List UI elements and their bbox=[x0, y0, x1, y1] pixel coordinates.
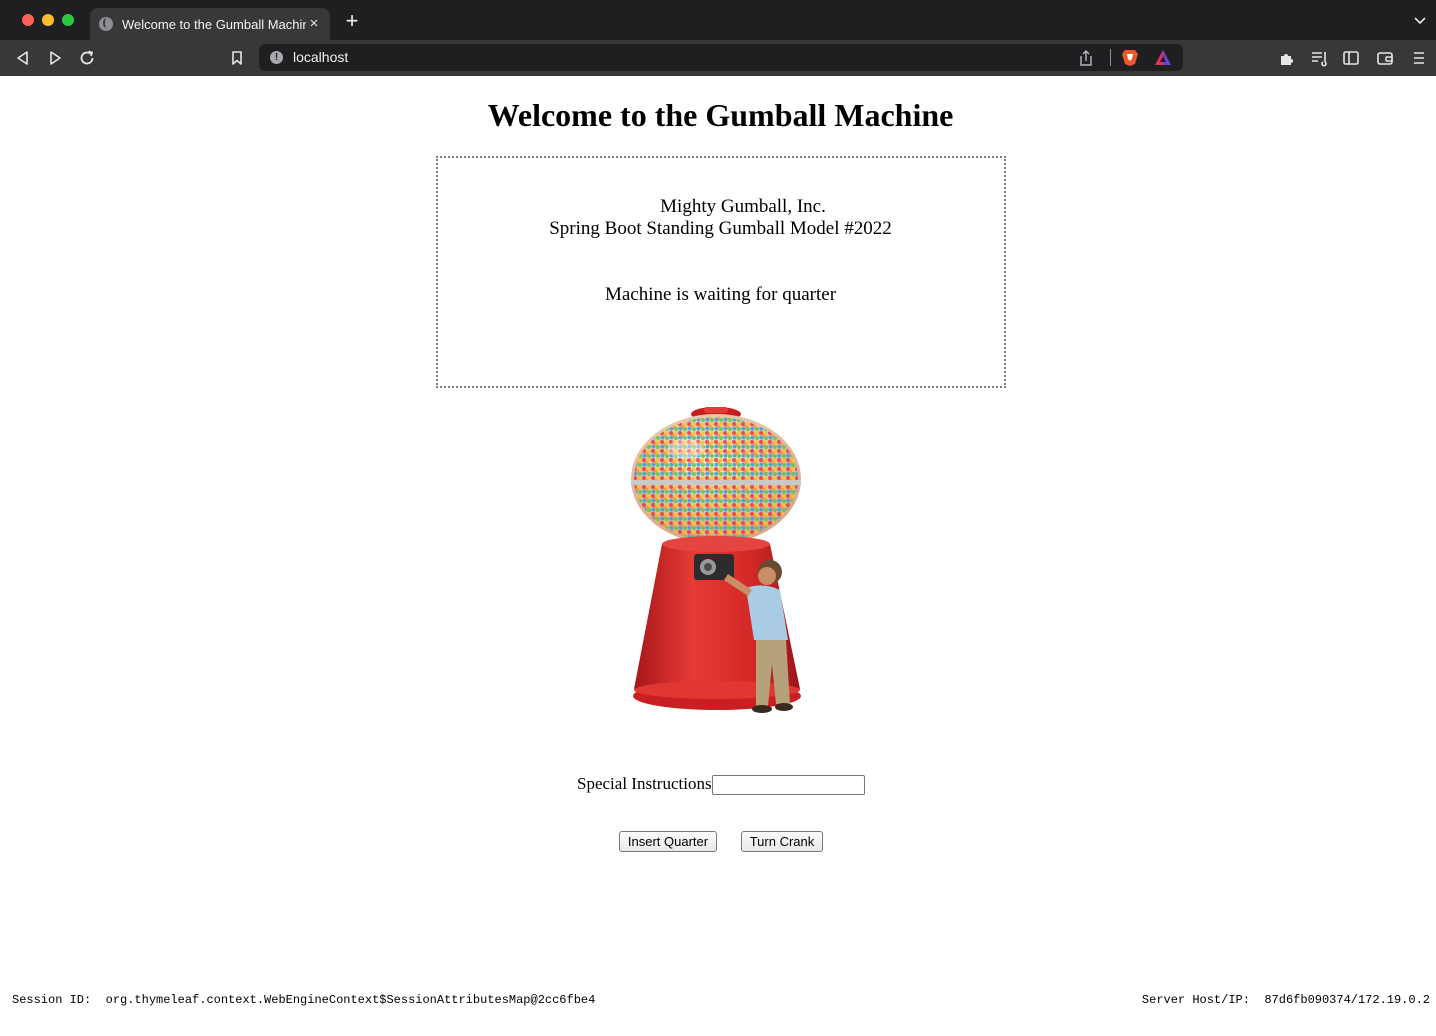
extensions-icon[interactable] bbox=[1277, 48, 1297, 68]
page-title: Welcome to the Gumball Machine bbox=[487, 97, 954, 133]
session-id-footer: Session ID: org.thymeleaf.context.WebEng… bbox=[12, 993, 595, 1007]
close-window-button[interactable] bbox=[22, 14, 34, 26]
tab-active[interactable]: Welcome to the Gumball Machine × bbox=[90, 8, 330, 40]
session-id-label: Session ID: bbox=[12, 993, 92, 1007]
gumball-machine-image bbox=[631, 407, 801, 713]
turn-crank-button[interactable]: Turn Crank bbox=[741, 831, 823, 852]
forward-icon[interactable] bbox=[45, 48, 65, 68]
share-icon[interactable] bbox=[1077, 49, 1095, 67]
menu-icon[interactable] bbox=[1409, 48, 1429, 68]
reload-icon[interactable] bbox=[77, 48, 97, 68]
reading-list-icon[interactable] bbox=[1309, 48, 1329, 68]
chevron-down-icon[interactable] bbox=[1412, 12, 1428, 28]
address-bar[interactable]: ! localhost bbox=[259, 44, 1183, 71]
globe-icon bbox=[99, 17, 113, 31]
machine-status-box bbox=[436, 156, 1006, 388]
url-text[interactable]: localhost bbox=[293, 49, 348, 65]
browser-title-bar: Welcome to the Gumball Machine × + bbox=[0, 0, 1436, 40]
site-info-icon[interactable]: ! bbox=[270, 51, 283, 64]
wallet-icon[interactable] bbox=[1375, 48, 1395, 68]
minimize-window-button[interactable] bbox=[42, 14, 54, 26]
insert-quarter-button[interactable]: Insert Quarter bbox=[619, 831, 717, 852]
back-icon[interactable] bbox=[13, 48, 33, 68]
session-id-value: org.thymeleaf.context.WebEngineContext$S… bbox=[105, 993, 596, 1007]
tab-title: Welcome to the Gumball Machine bbox=[122, 16, 306, 32]
sidebar-icon[interactable] bbox=[1341, 48, 1361, 68]
brave-shields-icon[interactable] bbox=[1121, 48, 1139, 67]
url-divider bbox=[1110, 49, 1111, 66]
tab-close-icon[interactable]: × bbox=[304, 14, 324, 34]
server-host-footer: Server Host/IP: 87d6fb090374/172.19.0.2 bbox=[1142, 993, 1430, 1007]
company-name: Mighty Gumball, Inc. bbox=[660, 196, 826, 217]
bookmark-icon[interactable] bbox=[227, 48, 247, 68]
special-instructions-input[interactable] bbox=[712, 775, 865, 795]
machine-state-message: Machine is waiting for quarter bbox=[604, 284, 837, 305]
new-tab-button[interactable]: + bbox=[340, 9, 364, 33]
model-name: Spring Boot Standing Gumball Model #2022 bbox=[549, 218, 892, 239]
special-instructions-label: Special Instructions: bbox=[577, 774, 717, 793]
brave-rewards-icon[interactable] bbox=[1154, 49, 1172, 66]
server-host-label: Server Host/IP: bbox=[1141, 993, 1250, 1007]
zoom-window-button[interactable] bbox=[62, 14, 74, 26]
server-host-value: 87d6fb090374/172.19.0.2 bbox=[1264, 993, 1430, 1007]
